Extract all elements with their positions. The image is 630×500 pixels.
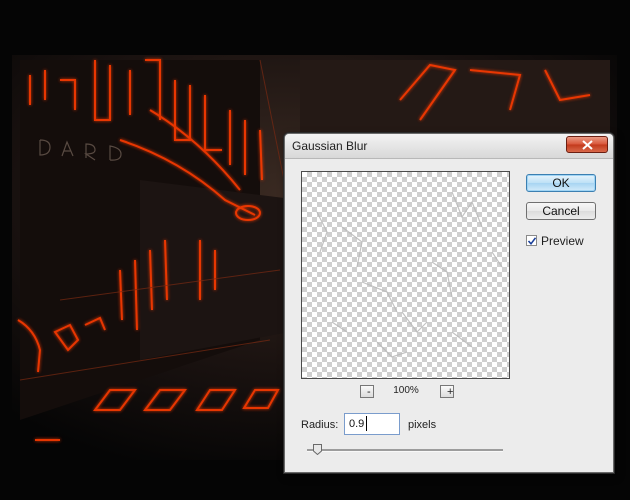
gaussian-blur-dialog: Gaussian Blur - 100% + OK Cancel Preview… [284,133,614,473]
radius-slider-track[interactable] [307,449,503,452]
preview-area[interactable] [301,171,510,379]
cancel-button[interactable]: Cancel [526,202,596,220]
radius-slider-thumb[interactable] [312,444,322,455]
ok-button[interactable]: OK [526,174,596,192]
units-label: pixels [408,419,437,431]
close-icon [582,140,593,150]
text-caret [366,416,367,431]
close-button[interactable] [566,136,608,153]
checkmark-icon [527,237,537,246]
dialog-titlebar[interactable]: Gaussian Blur [285,134,613,159]
zoom-level: 100% [393,385,419,396]
dialog-title: Gaussian Blur [292,139,368,153]
radius-input[interactable]: 0.9 [344,413,400,435]
zoom-in-button[interactable]: + [440,385,454,398]
preview-image [316,191,503,358]
preview-label: Preview [541,234,584,248]
zoom-out-button[interactable]: - [360,385,374,398]
radius-label: Radius: [301,419,339,431]
preview-checkbox[interactable] [526,235,537,246]
